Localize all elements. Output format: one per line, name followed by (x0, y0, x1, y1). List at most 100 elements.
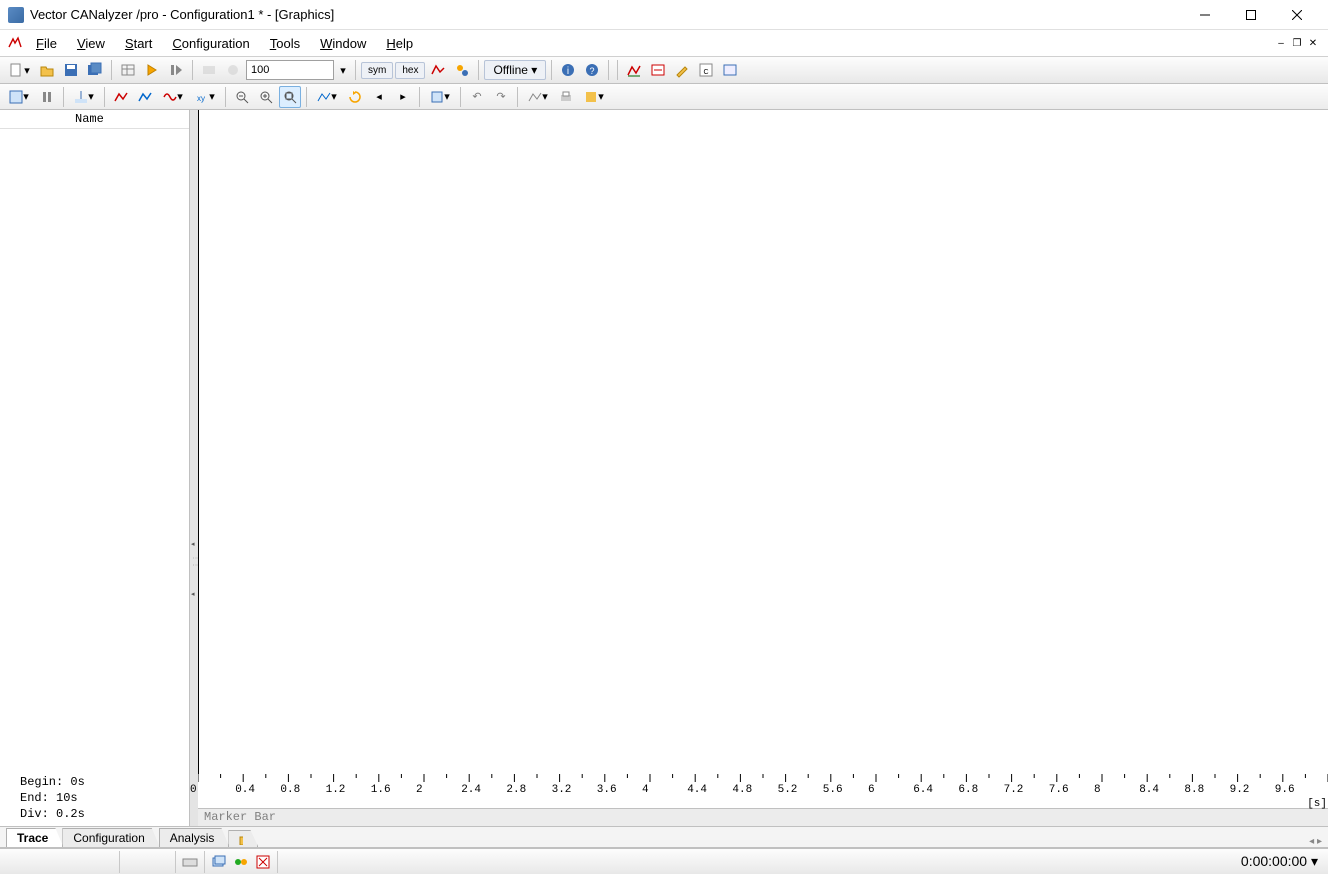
step-button[interactable] (165, 59, 187, 81)
filter-button[interactable] (451, 59, 473, 81)
offline-button[interactable]: Offline ▾ (484, 60, 546, 80)
keyboard-icon[interactable] (182, 854, 198, 870)
layout-button[interactable]: ▾ (4, 86, 34, 108)
x-tick-label: 3.6 (597, 784, 617, 796)
mdi-close-button[interactable]: ✕ (1306, 36, 1320, 50)
menu-start[interactable]: Start (115, 33, 162, 54)
measure2-button[interactable] (647, 59, 669, 81)
x-tick-label: 7.2 (1004, 784, 1024, 796)
separator (104, 87, 105, 107)
window-controls (1182, 0, 1320, 30)
tab-analysis[interactable]: Analysis (159, 828, 230, 847)
close-button[interactable] (1274, 0, 1320, 30)
sym-button[interactable]: sym (361, 62, 393, 79)
separator (355, 60, 356, 80)
cursor-button[interactable]: ▾ (69, 86, 99, 108)
start-button[interactable] (141, 59, 163, 81)
zoom-dropdown[interactable]: ▾ (336, 59, 350, 81)
panel-button[interactable] (719, 59, 741, 81)
x-tick-label: 4.4 (687, 784, 707, 796)
collapse-left-icon[interactable]: ◂ (191, 540, 195, 548)
hex-button[interactable]: hex (395, 62, 425, 79)
collapse-left2-icon[interactable]: ◂ (191, 590, 195, 598)
signal-blue-button[interactable] (134, 86, 156, 108)
svg-text:xy: xy (197, 94, 205, 103)
print-button[interactable] (555, 86, 577, 108)
x-tick-label: 9.2 (1230, 784, 1250, 796)
tab-nav[interactable]: ◂ ▸ (1309, 836, 1328, 847)
marker-bar[interactable]: Marker Bar (198, 808, 1328, 826)
mdi-minimize-button[interactable]: ‒ (1274, 36, 1288, 50)
x-tick-label: 6 (868, 784, 875, 796)
database-button[interactable] (117, 59, 139, 81)
edit-button[interactable] (671, 59, 693, 81)
menu-window[interactable]: Window (310, 33, 376, 54)
redo-button[interactable]: ↷ (490, 86, 512, 108)
mdi-restore-button[interactable]: ❐ (1290, 36, 1304, 50)
nav-left-button[interactable]: ◂ (368, 86, 390, 108)
error-icon[interactable] (255, 854, 271, 870)
save-all-button[interactable] (84, 59, 106, 81)
x-tick-label: 1.6 (371, 784, 391, 796)
signal-list[interactable] (0, 129, 189, 770)
menu-help[interactable]: Help (376, 33, 423, 54)
name-column-header[interactable]: Name (0, 110, 189, 129)
menu-view[interactable]: View (67, 33, 115, 54)
zoom-fit-button[interactable] (279, 86, 301, 108)
workspace: Name Begin: 0s End: 10s Div: 0.2s ◂ ⋮⋮ ◂… (0, 110, 1328, 826)
undo-button[interactable]: ↶ (466, 86, 488, 108)
status-seg-2 (120, 851, 176, 873)
tab-configuration[interactable]: Configuration (62, 828, 159, 847)
splitter[interactable]: ◂ ⋮⋮ ◂ (190, 110, 198, 826)
zoom-input[interactable] (246, 60, 334, 80)
measure-button[interactable] (623, 59, 645, 81)
signal-red-button[interactable] (110, 86, 132, 108)
menu-file[interactable]: File (26, 33, 67, 54)
info-button[interactable]: i (557, 59, 579, 81)
x-tick-label: 0.4 (235, 784, 255, 796)
pause-view-button[interactable] (36, 86, 58, 108)
wave-button[interactable]: ▾ (158, 86, 188, 108)
open-button[interactable] (36, 59, 58, 81)
menu-configuration[interactable]: Configuration (162, 33, 259, 54)
reset-button[interactable] (344, 86, 366, 108)
export-button[interactable]: ▾ (523, 86, 553, 108)
maximize-button[interactable] (1228, 0, 1274, 30)
new-button[interactable]: ▾ (4, 59, 34, 81)
x-axis-ticks (198, 774, 1328, 784)
separator (63, 87, 64, 107)
save-button[interactable] (60, 59, 82, 81)
x-tick-label: 5.6 (823, 784, 843, 796)
x-tick-label: 5.2 (778, 784, 798, 796)
status-icons-2 (205, 851, 278, 873)
begin-label: Begin: 0s (20, 774, 189, 790)
animate-button[interactable] (222, 59, 244, 81)
nav-right-button[interactable]: ▸ (392, 86, 414, 108)
chart-type-button[interactable]: ▾ (312, 86, 342, 108)
separator (617, 60, 618, 80)
separator (306, 87, 307, 107)
zoom-out-button[interactable] (231, 86, 253, 108)
zoom-in-button[interactable] (255, 86, 277, 108)
status-bar: 0:00:00:00 ▾ (0, 848, 1328, 874)
app-icon (8, 7, 24, 23)
title-bar: Vector CANalyzer /pro - Configuration1 *… (0, 0, 1328, 30)
xy-button[interactable]: xy▾ (190, 86, 220, 108)
options-button[interactable]: ▾ (579, 86, 609, 108)
minimize-button[interactable] (1182, 0, 1228, 30)
graphics-toolbar: ▾ ▾ ▾ xy▾ ▾ ◂ ▸ ▾ ↶ ↷ ▾ ▾ (0, 84, 1328, 110)
separator (608, 60, 609, 80)
chart-area: 00.40.81.21.622.42.83.23.644.44.85.25.66… (198, 110, 1328, 826)
tab-new[interactable] (228, 830, 258, 847)
plot-region[interactable] (198, 110, 1328, 774)
channel-button[interactable] (427, 59, 449, 81)
window-mode-button[interactable]: ▾ (425, 86, 455, 108)
x-tick-label: 6.4 (913, 784, 933, 796)
break-button[interactable] (198, 59, 220, 81)
menu-tools[interactable]: Tools (260, 33, 310, 54)
stack-icon[interactable] (211, 854, 227, 870)
bus-icon[interactable] (233, 854, 249, 870)
help-button[interactable]: ? (581, 59, 603, 81)
tab-trace[interactable]: Trace (6, 828, 63, 847)
capl-button[interactable]: C (695, 59, 717, 81)
